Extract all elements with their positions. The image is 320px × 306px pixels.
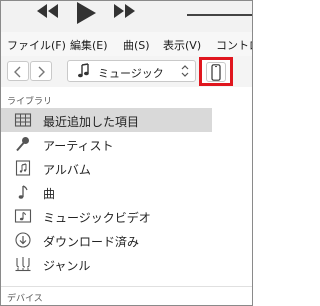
transport-bar (1, 1, 252, 32)
forward-button[interactable] (30, 61, 52, 81)
media-source-label: ミュージック (98, 67, 164, 80)
menu-controls[interactable]: コントロ (216, 37, 252, 53)
library-header: ライブラリ (7, 97, 53, 107)
chevron-right-icon (38, 66, 45, 78)
sidebar: ライブラリ 最近追加した項目 アーティスト アルバム 曲 ミュージックビデオ ダ… (1, 87, 252, 305)
updown-chevron-icon (181, 65, 189, 77)
music-note-icon (18, 185, 28, 199)
devices-header: デバイス (7, 294, 43, 304)
sidebar-item-downloaded[interactable]: ダウンロード済み (1, 228, 212, 252)
download-icon (15, 232, 31, 248)
menu-edit[interactable]: 編集(E) (70, 37, 108, 53)
music-note-icon (78, 63, 89, 78)
back-button[interactable] (7, 61, 29, 81)
device-button[interactable] (206, 62, 226, 82)
sidebar-item-label: ミュージックビデオ (43, 211, 151, 225)
toolbar: ミュージック (1, 56, 252, 88)
rewind-icon[interactable] (35, 1, 61, 21)
volume-slider-track[interactable] (187, 14, 252, 16)
microphone-icon (16, 137, 29, 152)
sidebar-item-songs[interactable]: 曲 (1, 180, 212, 204)
chevron-left-icon (14, 66, 21, 78)
iphone-icon (211, 64, 221, 81)
sidebar-item-label: アーティスト (43, 139, 114, 153)
menu-file[interactable]: ファイル(F) (7, 37, 66, 53)
sidebar-item-label: ジャンル (43, 259, 91, 273)
play-icon[interactable] (74, 1, 98, 25)
media-source-select[interactable]: ミュージック (67, 60, 196, 82)
grid-icon (14, 113, 32, 127)
sidebar-item-albums[interactable]: アルバム (1, 156, 212, 180)
sidebar-item-label: アルバム (43, 163, 91, 177)
sidebar-item-artists[interactable]: アーティスト (1, 132, 212, 156)
sidebar-item-genres[interactable]: ジャンル (1, 252, 212, 276)
sidebar-item-music-videos[interactable]: ミュージックビデオ (1, 204, 212, 228)
sidebar-item-label: 曲 (43, 187, 56, 201)
itunes-window: ファイル(F) 編集(E) 曲(S) 表示(V) コントロ ミュージック (0, 0, 253, 306)
menu-bar: ファイル(F) 編集(E) 曲(S) 表示(V) コントロ (1, 32, 252, 57)
menu-song[interactable]: 曲(S) (123, 37, 150, 53)
sidebar-item-recently-added[interactable]: 最近追加した項目 (1, 108, 212, 132)
sidebar-item-label: ダウンロード済み (43, 235, 140, 249)
device-highlight-box (199, 57, 233, 86)
genre-icon (15, 257, 31, 272)
section-divider (1, 286, 252, 287)
menu-view[interactable]: 表示(V) (163, 37, 201, 53)
fast-forward-icon[interactable] (111, 1, 137, 21)
sidebar-item-label: 最近追加した項目 (43, 115, 140, 129)
album-icon (15, 160, 31, 176)
music-video-icon (14, 209, 32, 223)
